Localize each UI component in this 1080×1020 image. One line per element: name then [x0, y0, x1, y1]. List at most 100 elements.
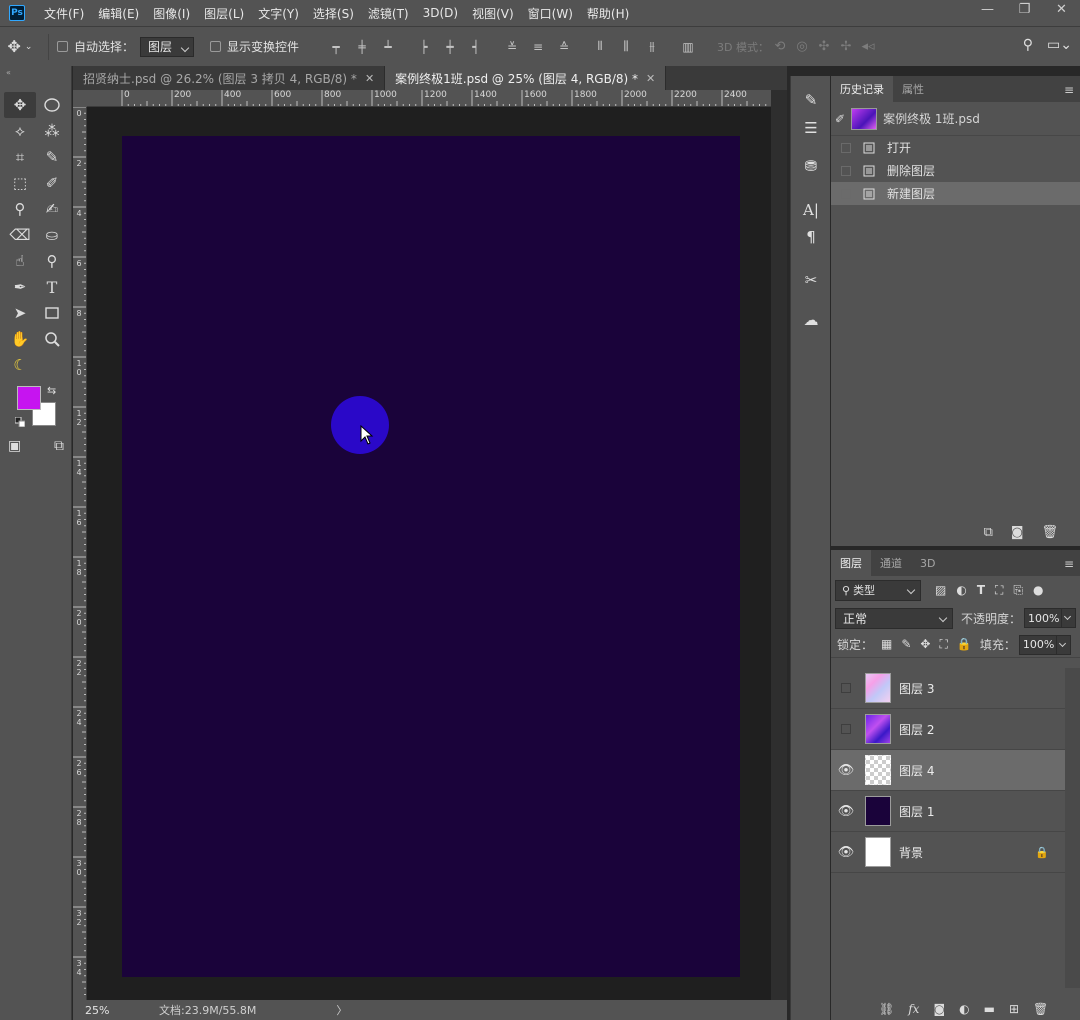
adjustment-layer-icon[interactable]: ◐ — [959, 1002, 969, 1016]
filter-smart-object-icon[interactable]: ⎘ — [1013, 583, 1023, 598]
3d-roll-icon[interactable]: ◎ — [791, 39, 813, 54]
crop-icon[interactable]: ⌗ — [4, 144, 36, 170]
horizontal-ruler[interactable]: 0 200 400 600 800 1000 1200 1400 1600 18… — [87, 90, 771, 107]
path-selection-icon[interactable]: ➤ — [4, 300, 36, 326]
menu-3d[interactable]: 3D(D) — [416, 6, 465, 20]
lock-transparent-icon[interactable]: ▦ — [881, 637, 892, 652]
tab-history[interactable]: 历史记录 — [831, 76, 893, 102]
close-tab-icon[interactable]: ✕ — [365, 72, 374, 85]
visibility-toggle[interactable] — [841, 683, 851, 693]
filter-adjustment-icon[interactable]: ◐ — [956, 583, 966, 598]
close-window-button[interactable]: ✕ — [1043, 0, 1080, 18]
banana-icon[interactable]: ☾ — [4, 352, 36, 378]
eye-icon[interactable]: 👁 — [831, 804, 861, 819]
character-panel-icon[interactable]: A| — [799, 198, 823, 222]
panel-menu-icon[interactable]: ≡ — [1064, 557, 1074, 571]
patch-tool-icon[interactable]: ⬚ — [4, 170, 36, 196]
eye-icon[interactable]: 👁 — [831, 845, 861, 860]
type-icon[interactable]: T — [36, 274, 68, 300]
distribute-vcenter-icon[interactable]: ≡ — [528, 37, 548, 57]
panel-menu-icon[interactable]: ≡ — [1064, 83, 1074, 97]
menu-select[interactable]: 选择(S) — [306, 5, 361, 22]
align-vcenter-icon[interactable]: ╪ — [352, 37, 372, 57]
search-icon[interactable]: ⚲ — [1023, 37, 1033, 53]
3d-scale-icon[interactable]: ◂◃ — [857, 39, 879, 54]
3d-orbit-icon[interactable]: ⟲ — [769, 39, 791, 54]
hand-icon[interactable]: ✋ — [4, 326, 36, 352]
filter-type-icon[interactable]: T — [977, 583, 985, 598]
history-brush-icon[interactable]: ✍ — [36, 196, 68, 222]
eraser-icon[interactable]: ⌫ — [4, 222, 36, 248]
distribute-bottom-icon[interactable]: ≙ — [554, 37, 574, 57]
clone-stamp-icon[interactable]: ⚲ — [4, 196, 36, 222]
pen-icon[interactable]: ✒ — [4, 274, 36, 300]
distribute-left-icon[interactable]: ⫴ — [590, 37, 610, 57]
move-tool-icon[interactable]: ✥ — [4, 92, 36, 118]
zoom-icon[interactable] — [36, 326, 68, 352]
smudge-icon[interactable]: ☝ — [4, 248, 36, 274]
fill-slider-toggle[interactable] — [1056, 634, 1071, 655]
tab-anli[interactable]: 案例终极1班.psd @ 25% (图层 4, RGB/8) * ✕ — [385, 66, 667, 90]
screen-mode-icon[interactable]: ⧉ — [54, 438, 64, 454]
layer-name[interactable]: 图层 2 — [899, 721, 934, 738]
opacity-input[interactable]: 100% — [1024, 608, 1062, 628]
menu-layer[interactable]: 图层(L) — [197, 5, 251, 22]
trash-icon[interactable]: 🗑 — [1041, 525, 1058, 540]
align-right-icon[interactable]: ┥ — [466, 37, 486, 57]
minimize-button[interactable]: — — [969, 0, 1006, 18]
adjustments-icon[interactable]: ☰ — [799, 116, 823, 140]
menu-window[interactable]: 窗口(W) — [521, 5, 580, 22]
vertical-scrollbar[interactable] — [771, 90, 787, 1000]
menu-image[interactable]: 图像(I) — [146, 5, 197, 22]
new-layer-icon[interactable]: ⊞ — [1009, 1002, 1019, 1016]
fx-icon[interactable]: fx — [908, 1002, 919, 1016]
filter-pixel-icon[interactable]: ▨ — [935, 583, 946, 598]
lock-all-icon[interactable]: 🔒 — [957, 637, 972, 652]
zoom-level[interactable]: 25% — [73, 1004, 121, 1017]
link-layers-icon[interactable]: ⛓ — [879, 1002, 894, 1016]
eyedropper-icon[interactable]: ✎ — [36, 144, 68, 170]
lock-position-icon[interactable]: ✥ — [920, 637, 930, 652]
tool-presets-icon[interactable]: ✂ — [799, 268, 823, 292]
align-top-icon[interactable]: ┯ — [326, 37, 346, 57]
menu-edit[interactable]: 编辑(E) — [91, 5, 146, 22]
brush-icon[interactable]: ✐ — [36, 170, 68, 196]
new-document-from-state-icon[interactable]: ⧉ — [984, 525, 993, 540]
align-hcenter-icon[interactable]: ┿ — [440, 37, 460, 57]
menu-type[interactable]: 文字(Y) — [251, 5, 306, 22]
polygonal-lasso-icon[interactable]: ⟡ — [4, 118, 36, 144]
layer-row-2[interactable]: 图层 2 — [831, 709, 1065, 750]
layer-row-3[interactable]: 图层 3 — [831, 668, 1065, 709]
clone-source-icon[interactable]: ⛃ — [799, 154, 823, 178]
layer-row-4[interactable]: 👁 图层 4 — [831, 750, 1065, 791]
history-item-new-layer[interactable]: 新建图层 — [831, 182, 1080, 205]
workspace-icon[interactable]: ▭⌄ — [1047, 37, 1072, 53]
auto-select-dropdown[interactable]: 图层 — [140, 36, 195, 57]
visibility-toggle[interactable] — [841, 724, 851, 734]
paragraph-panel-icon[interactable]: ¶ — [799, 225, 823, 249]
new-group-icon[interactable]: ▬ — [984, 1002, 995, 1016]
restore-button[interactable]: ❐ — [1006, 0, 1043, 18]
auto-select-checkbox[interactable] — [57, 41, 68, 52]
swap-colors-icon[interactable]: ⇆ — [47, 384, 56, 397]
layer-name[interactable]: 图层 4 — [899, 762, 934, 779]
layer-row-background[interactable]: 👁 背景 🔒 — [831, 832, 1065, 873]
collapse-toolbox-icon[interactable]: « — [6, 68, 11, 77]
paint-bucket-icon[interactable]: ⛀ — [36, 222, 68, 248]
history-snapshot[interactable]: ✐ 案例终极 1班.psd — [831, 102, 1080, 136]
elliptical-marquee-icon[interactable] — [36, 92, 68, 118]
status-menu-arrow-icon[interactable]: 〉 — [336, 1002, 347, 1018]
fill-input[interactable]: 100% — [1018, 634, 1057, 655]
libraries-icon[interactable]: ☁ — [799, 308, 823, 332]
quick-mask-icon[interactable]: ▣ — [8, 438, 21, 454]
menu-filter[interactable]: 滤镜(T) — [361, 5, 416, 22]
history-item-delete-layer[interactable]: 删除图层 — [831, 159, 1080, 182]
tab-layers[interactable]: 图层 — [831, 550, 871, 576]
align-bottom-icon[interactable]: ┷ — [378, 37, 398, 57]
blend-mode-dropdown[interactable]: 正常 — [835, 607, 953, 629]
history-brush-source-icon[interactable]: ✐ — [835, 112, 845, 126]
auto-align-icon[interactable]: ▥ — [678, 37, 698, 57]
dodge-icon[interactable]: ⚲ — [36, 248, 68, 274]
snapshot-camera-icon[interactable]: ◙ — [1011, 525, 1024, 540]
default-colors-icon[interactable] — [15, 417, 25, 427]
